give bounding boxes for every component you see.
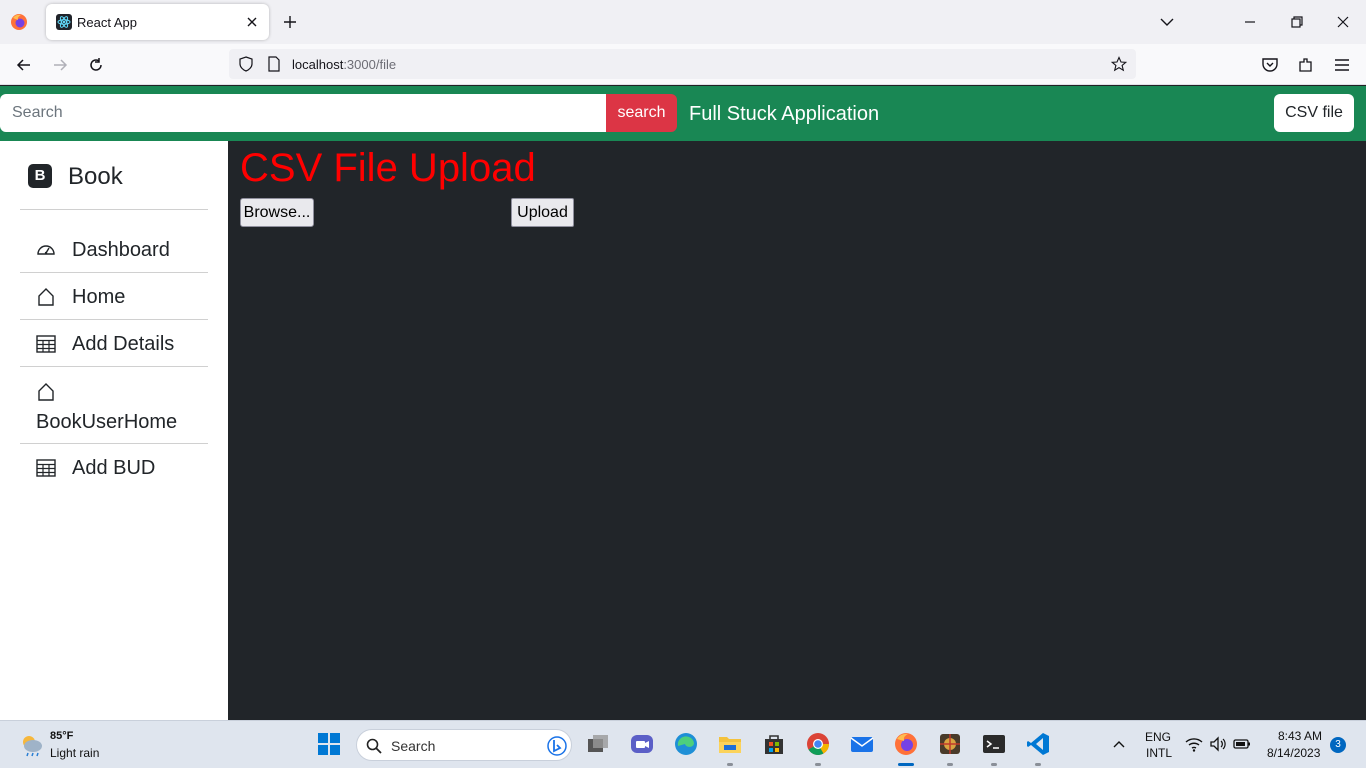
file-explorer-icon[interactable] (717, 731, 743, 757)
mail-icon[interactable] (849, 731, 875, 757)
taskbar: 85°F Light rain Search ENG INTL 8:43 AM … (0, 720, 1366, 768)
close-tab-icon[interactable] (244, 14, 260, 30)
weather-condition[interactable]: Light rain (50, 746, 99, 760)
bootstrap-icon: B (28, 164, 52, 188)
weather-temperature[interactable]: 85°F (50, 730, 73, 742)
vscode-icon[interactable] (1025, 731, 1051, 757)
active-app-indicator (898, 763, 914, 766)
house-icon (38, 288, 54, 306)
restore-icon[interactable] (1288, 13, 1306, 31)
sidebar-item-label: Dashboard (72, 239, 170, 261)
app-title[interactable]: Full Stuck Application (689, 103, 879, 126)
app-header: search Full Stuck Application CSV file (0, 86, 1366, 141)
url-host: localhost (292, 57, 344, 72)
url-text: localhost:3000/file (292, 57, 396, 72)
sidebar: B Book Dashboard Home Add Details BookUs… (0, 141, 228, 720)
running-indicator (727, 763, 733, 766)
divider (20, 209, 208, 210)
chevron-down-icon[interactable] (1158, 13, 1176, 31)
forward-icon[interactable] (50, 55, 70, 75)
microsoft-store-icon[interactable] (761, 731, 787, 757)
sidebar-item-add-bud[interactable]: Add BUD (20, 447, 208, 490)
upload-button[interactable]: Upload (511, 198, 574, 227)
divider (20, 443, 208, 444)
firefox-icon[interactable] (10, 13, 28, 31)
sidebar-brand-label: Book (68, 163, 123, 190)
running-indicator (947, 763, 953, 766)
sidebar-item-home[interactable]: Home (20, 276, 208, 319)
sidebar-item-bookuserhome[interactable]: BookUserHome (20, 370, 208, 443)
divider (20, 366, 208, 367)
running-indicator (991, 763, 997, 766)
search-button[interactable]: search (606, 94, 677, 132)
main-content: CSV File Upload Browse... Upload (228, 141, 1366, 720)
back-icon[interactable] (14, 55, 34, 75)
reload-icon[interactable] (86, 55, 106, 75)
react-icon (56, 14, 72, 30)
game-app-icon[interactable] (937, 731, 963, 757)
chevron-up-icon[interactable] (1112, 737, 1126, 751)
minimize-icon[interactable] (1241, 13, 1259, 31)
url-bar[interactable]: localhost:3000/file (229, 49, 1136, 79)
search-input[interactable] (0, 94, 606, 132)
sidebar-item-dashboard[interactable]: Dashboard (20, 229, 208, 272)
edge-icon[interactable] (673, 731, 699, 757)
search-icon (366, 738, 382, 754)
table-icon (36, 335, 56, 353)
tab-react-app[interactable]: React App (46, 4, 269, 40)
wifi-icon[interactable] (1185, 736, 1203, 752)
keyboard-layout-indicator[interactable]: INTL (1146, 746, 1172, 760)
windows-start-icon[interactable] (316, 731, 342, 757)
divider (20, 319, 208, 320)
chrome-icon[interactable] (805, 731, 831, 757)
sidebar-item-label: Add BUD (72, 457, 156, 479)
shield-icon[interactable] (238, 56, 254, 72)
page-icon[interactable] (267, 56, 281, 72)
terminal-icon[interactable] (981, 731, 1007, 757)
clock-date[interactable]: 8/14/2023 (1267, 746, 1320, 760)
speedometer-icon (37, 245, 55, 255)
running-indicator (1035, 763, 1041, 766)
extensions-icon[interactable] (1296, 55, 1316, 75)
close-window-icon[interactable] (1334, 13, 1352, 31)
page-title: CSV File Upload (240, 146, 536, 190)
bookmark-star-icon[interactable] (1111, 56, 1127, 72)
url-path: :3000/file (343, 57, 397, 72)
battery-icon[interactable] (1233, 736, 1251, 752)
clock-time[interactable]: 8:43 AM (1278, 729, 1322, 743)
sidebar-item-label: BookUserHome (36, 411, 178, 433)
menu-icon[interactable] (1332, 55, 1352, 75)
notification-badge[interactable]: 3 (1330, 737, 1346, 753)
pocket-icon[interactable] (1260, 55, 1280, 75)
language-indicator[interactable]: ENG (1145, 730, 1171, 744)
volume-icon[interactable] (1209, 736, 1227, 752)
bing-icon[interactable] (547, 736, 567, 756)
sidebar-item-label: Home (72, 286, 126, 308)
browser-tab-bar: React App (0, 0, 1366, 44)
browse-file-button[interactable]: Browse... (240, 198, 314, 227)
browser-toolbar: localhost:3000/file (0, 44, 1366, 85)
task-view-icon[interactable] (585, 731, 611, 757)
new-tab-icon[interactable] (281, 13, 299, 31)
divider (20, 272, 208, 273)
house-icon (38, 383, 54, 401)
taskbar-search-label: Search (391, 738, 436, 754)
tab-title: React App (77, 15, 137, 30)
table-icon (36, 459, 56, 477)
taskbar-search[interactable]: Search (356, 729, 572, 761)
sidebar-item-label: Add Details (72, 333, 175, 355)
csv-file-button[interactable]: CSV file (1274, 94, 1354, 132)
firefox-taskbar-icon[interactable] (893, 731, 919, 757)
sidebar-item-add-details[interactable]: Add Details (20, 323, 208, 366)
weather-rain-icon[interactable] (18, 731, 46, 759)
teams-chat-icon[interactable] (629, 731, 655, 757)
running-indicator (815, 763, 821, 766)
